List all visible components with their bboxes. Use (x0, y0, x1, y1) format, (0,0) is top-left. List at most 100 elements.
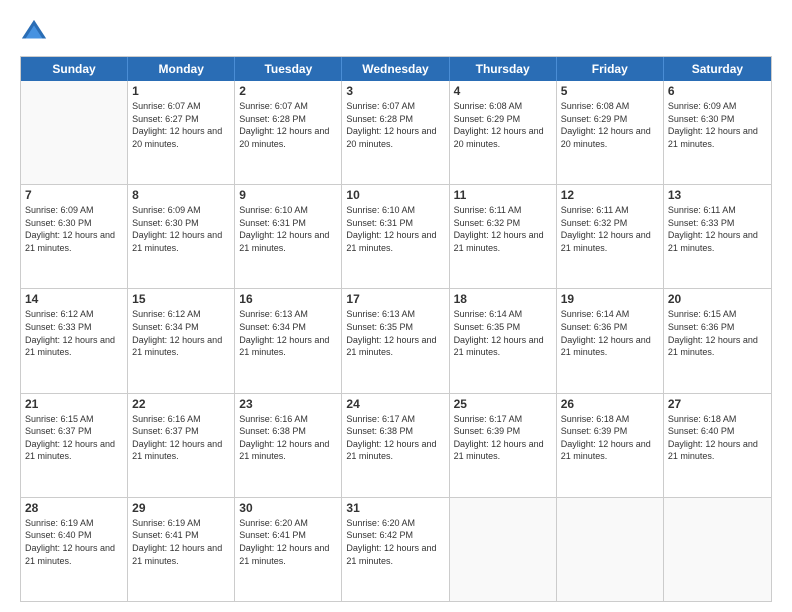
cal-header-wednesday: Wednesday (342, 57, 449, 81)
cal-cell: 18 Sunrise: 6:14 AMSunset: 6:35 PMDayligh… (450, 289, 557, 392)
cal-cell: 13 Sunrise: 6:11 AMSunset: 6:33 PMDayligh… (664, 185, 771, 288)
day-number: 7 (25, 188, 123, 202)
day-number: 21 (25, 397, 123, 411)
cal-cell: 16Sunrise: 6:13 AMSunset: 6:34 PMDayligh… (235, 289, 342, 392)
cal-cell: 8 Sunrise: 6:09 AMSunset: 6:30 PMDaylight… (128, 185, 235, 288)
day-number: 8 (132, 188, 230, 202)
day-number: 23 (239, 397, 337, 411)
cal-week-2: 7 Sunrise: 6:09 AMSunset: 6:30 PMDaylight… (21, 185, 771, 289)
cal-cell: 23 Sunrise: 6:16 AMSunset: 6:38 PMDayligh… (235, 394, 342, 497)
day-info: Sunrise: 6:12 AMSunset: 6:33 PMDaylight:… (25, 308, 123, 358)
cal-cell: 31Sunrise: 6:20 AMSunset: 6:42 PMDayligh… (342, 498, 449, 601)
day-info: Sunrise: 6:09 AMSunset: 6:30 PMDaylight:… (668, 100, 767, 150)
cal-week-1: 1Sunrise: 6:07 AMSunset: 6:27 PMDaylight… (21, 81, 771, 185)
cal-header-thursday: Thursday (450, 57, 557, 81)
cal-cell: 12 Sunrise: 6:11 AMSunset: 6:32 PMDayligh… (557, 185, 664, 288)
cal-cell: 22 Sunrise: 6:16 AMSunset: 6:37 PMDayligh… (128, 394, 235, 497)
cal-cell: 25 Sunrise: 6:17 AMSunset: 6:39 PMDayligh… (450, 394, 557, 497)
page: SundayMondayTuesdayWednesdayThursdayFrid… (0, 0, 792, 612)
cal-cell: 27 Sunrise: 6:18 AMSunset: 6:40 PMDayligh… (664, 394, 771, 497)
day-info: Sunrise: 6:13 AMSunset: 6:34 PMDaylight:… (239, 308, 337, 358)
logo-icon (20, 18, 48, 46)
day-number: 26 (561, 397, 659, 411)
day-number: 5 (561, 84, 659, 98)
day-info: Sunrise: 6:13 AMSunset: 6:35 PMDaylight:… (346, 308, 444, 358)
day-info: Sunrise: 6:07 AMSunset: 6:27 PMDaylight:… (132, 100, 230, 150)
day-info: Sunrise: 6:14 AMSunset: 6:36 PMDaylight:… (561, 308, 659, 358)
cal-header-tuesday: Tuesday (235, 57, 342, 81)
day-number: 19 (561, 292, 659, 306)
day-number: 24 (346, 397, 444, 411)
cal-header-friday: Friday (557, 57, 664, 81)
day-info: Sunrise: 6:08 AMSunset: 6:29 PMDaylight:… (561, 100, 659, 150)
day-number: 20 (668, 292, 767, 306)
day-info: Sunrise: 6:18 AMSunset: 6:40 PMDaylight:… (668, 413, 767, 463)
day-number: 29 (132, 501, 230, 515)
cal-cell: 14 Sunrise: 6:12 AMSunset: 6:33 PMDayligh… (21, 289, 128, 392)
cal-cell (450, 498, 557, 601)
cal-cell: 28 Sunrise: 6:19 AMSunset: 6:40 PMDayligh… (21, 498, 128, 601)
cal-cell: 1Sunrise: 6:07 AMSunset: 6:27 PMDaylight… (128, 81, 235, 184)
day-info: Sunrise: 6:20 AMSunset: 6:42 PMDaylight:… (346, 517, 444, 567)
day-info: Sunrise: 6:15 AMSunset: 6:36 PMDaylight:… (668, 308, 767, 358)
day-info: Sunrise: 6:19 AMSunset: 6:40 PMDaylight:… (25, 517, 123, 567)
cal-cell: 29 Sunrise: 6:19 AMSunset: 6:41 PMDayligh… (128, 498, 235, 601)
day-number: 12 (561, 188, 659, 202)
cal-cell: 4 Sunrise: 6:08 AMSunset: 6:29 PMDaylight… (450, 81, 557, 184)
day-info: Sunrise: 6:07 AMSunset: 6:28 PMDaylight:… (346, 100, 444, 150)
day-info: Sunrise: 6:09 AMSunset: 6:30 PMDaylight:… (25, 204, 123, 254)
day-number: 2 (239, 84, 337, 98)
day-number: 11 (454, 188, 552, 202)
day-info: Sunrise: 6:11 AMSunset: 6:32 PMDaylight:… (561, 204, 659, 254)
day-info: Sunrise: 6:17 AMSunset: 6:39 PMDaylight:… (454, 413, 552, 463)
cal-cell: 7 Sunrise: 6:09 AMSunset: 6:30 PMDaylight… (21, 185, 128, 288)
cal-cell: 21 Sunrise: 6:15 AMSunset: 6:37 PMDayligh… (21, 394, 128, 497)
cal-week-4: 21 Sunrise: 6:15 AMSunset: 6:37 PMDayligh… (21, 394, 771, 498)
cal-cell: 30Sunrise: 6:20 AMSunset: 6:41 PMDayligh… (235, 498, 342, 601)
day-number: 14 (25, 292, 123, 306)
day-number: 4 (454, 84, 552, 98)
day-number: 9 (239, 188, 337, 202)
day-info: Sunrise: 6:09 AMSunset: 6:30 PMDaylight:… (132, 204, 230, 254)
cal-cell: 24 Sunrise: 6:17 AMSunset: 6:38 PMDayligh… (342, 394, 449, 497)
day-number: 25 (454, 397, 552, 411)
day-number: 18 (454, 292, 552, 306)
day-info: Sunrise: 6:19 AMSunset: 6:41 PMDaylight:… (132, 517, 230, 567)
header (20, 18, 772, 46)
day-info: Sunrise: 6:07 AMSunset: 6:28 PMDaylight:… (239, 100, 337, 150)
day-info: Sunrise: 6:12 AMSunset: 6:34 PMDaylight:… (132, 308, 230, 358)
calendar: SundayMondayTuesdayWednesdayThursdayFrid… (20, 56, 772, 602)
cal-cell: 11 Sunrise: 6:11 AMSunset: 6:32 PMDayligh… (450, 185, 557, 288)
day-number: 13 (668, 188, 767, 202)
calendar-body: 1Sunrise: 6:07 AMSunset: 6:27 PMDaylight… (21, 81, 771, 601)
cal-cell: 17 Sunrise: 6:13 AMSunset: 6:35 PMDayligh… (342, 289, 449, 392)
day-info: Sunrise: 6:11 AMSunset: 6:32 PMDaylight:… (454, 204, 552, 254)
cal-cell (664, 498, 771, 601)
cal-cell (21, 81, 128, 184)
cal-cell: 3 Sunrise: 6:07 AMSunset: 6:28 PMDaylight… (342, 81, 449, 184)
day-number: 15 (132, 292, 230, 306)
day-info: Sunrise: 6:17 AMSunset: 6:38 PMDaylight:… (346, 413, 444, 463)
cal-cell: 10Sunrise: 6:10 AMSunset: 6:31 PMDayligh… (342, 185, 449, 288)
day-number: 22 (132, 397, 230, 411)
day-info: Sunrise: 6:16 AMSunset: 6:38 PMDaylight:… (239, 413, 337, 463)
cal-cell: 26 Sunrise: 6:18 AMSunset: 6:39 PMDayligh… (557, 394, 664, 497)
cal-cell: 9Sunrise: 6:10 AMSunset: 6:31 PMDaylight… (235, 185, 342, 288)
day-info: Sunrise: 6:08 AMSunset: 6:29 PMDaylight:… (454, 100, 552, 150)
cal-header-sunday: Sunday (21, 57, 128, 81)
cal-week-5: 28 Sunrise: 6:19 AMSunset: 6:40 PMDayligh… (21, 498, 771, 601)
cal-cell: 20 Sunrise: 6:15 AMSunset: 6:36 PMDayligh… (664, 289, 771, 392)
day-number: 27 (668, 397, 767, 411)
cal-cell: 6Sunrise: 6:09 AMSunset: 6:30 PMDaylight… (664, 81, 771, 184)
day-info: Sunrise: 6:18 AMSunset: 6:39 PMDaylight:… (561, 413, 659, 463)
day-info: Sunrise: 6:14 AMSunset: 6:35 PMDaylight:… (454, 308, 552, 358)
day-info: Sunrise: 6:11 AMSunset: 6:33 PMDaylight:… (668, 204, 767, 254)
day-info: Sunrise: 6:15 AMSunset: 6:37 PMDaylight:… (25, 413, 123, 463)
day-number: 17 (346, 292, 444, 306)
day-number: 3 (346, 84, 444, 98)
cal-cell: 2 Sunrise: 6:07 AMSunset: 6:28 PMDaylight… (235, 81, 342, 184)
day-number: 30 (239, 501, 337, 515)
cal-cell (557, 498, 664, 601)
day-info: Sunrise: 6:16 AMSunset: 6:37 PMDaylight:… (132, 413, 230, 463)
day-number: 28 (25, 501, 123, 515)
